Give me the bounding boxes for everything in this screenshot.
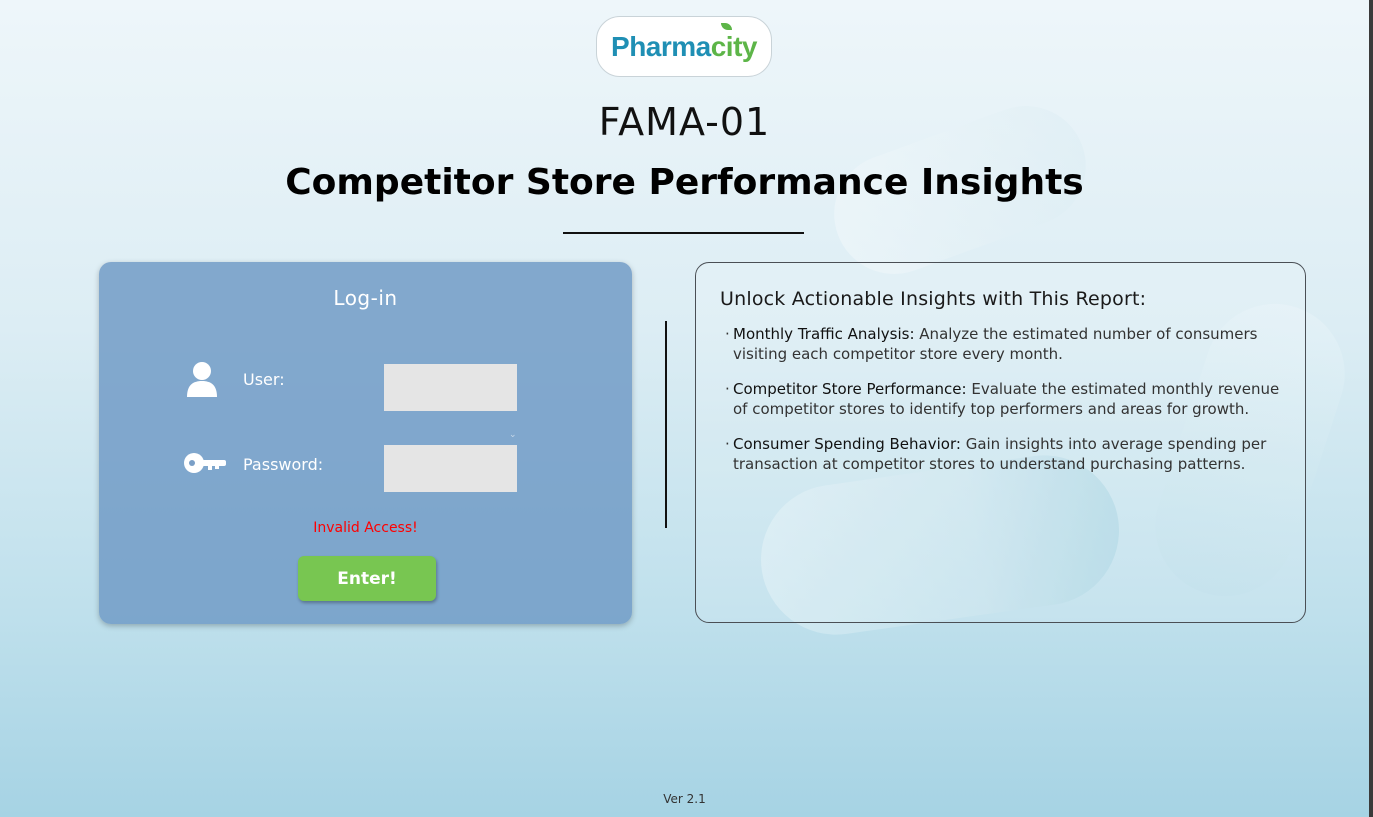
logo-text-accent-label: city: [710, 30, 758, 62]
vertical-divider: [665, 321, 667, 528]
login-title: Log-in: [333, 286, 398, 310]
page-title: Competitor Store Performance Insights: [285, 162, 1084, 203]
list-item: · Competitor Store Performance: Evaluate …: [725, 379, 1285, 419]
benefits-list: · Monthly Traffic Analysis: Analyze the e…: [725, 324, 1285, 489]
logo-text-primary: Pharma: [611, 30, 711, 62]
password-label: Password:: [243, 455, 324, 474]
error-message: Invalid Access!: [313, 520, 418, 536]
list-item-term: Competitor Store Performance:: [733, 380, 967, 398]
version-label: Ver 2.1: [663, 792, 706, 806]
info-panel: Unlock Actionable Insights with This Rep…: [695, 262, 1306, 623]
report-code: FAMA-01: [598, 100, 771, 144]
login-panel: Log-in User: ⌄ Password: Invalid Access!…: [99, 262, 632, 624]
chevron-down-icon: ⌄: [509, 430, 517, 440]
password-input[interactable]: [384, 445, 517, 492]
window-edge: [1369, 0, 1373, 817]
key-icon: [184, 453, 226, 473]
user-icon: [187, 362, 217, 397]
bullet-icon: ·: [725, 325, 730, 343]
info-heading: Unlock Actionable Insights with This Rep…: [720, 288, 1147, 310]
logo-text-accent: city: [710, 22, 758, 63]
leaf-icon: [720, 22, 732, 30]
user-label: User:: [243, 370, 285, 389]
title-divider: [563, 232, 804, 234]
bullet-icon: ·: [725, 380, 730, 398]
bullet-icon: ·: [725, 435, 730, 453]
pharmacity-logo: Pharma city: [596, 16, 772, 77]
list-item-term: Consumer Spending Behavior:: [733, 435, 961, 453]
list-item: · Monthly Traffic Analysis: Analyze the e…: [725, 324, 1285, 364]
list-item-term: Monthly Traffic Analysis:: [733, 325, 915, 343]
user-input[interactable]: [384, 364, 517, 411]
enter-button[interactable]: Enter!: [298, 556, 436, 601]
list-item: · Consumer Spending Behavior: Gain insigh…: [725, 434, 1285, 474]
